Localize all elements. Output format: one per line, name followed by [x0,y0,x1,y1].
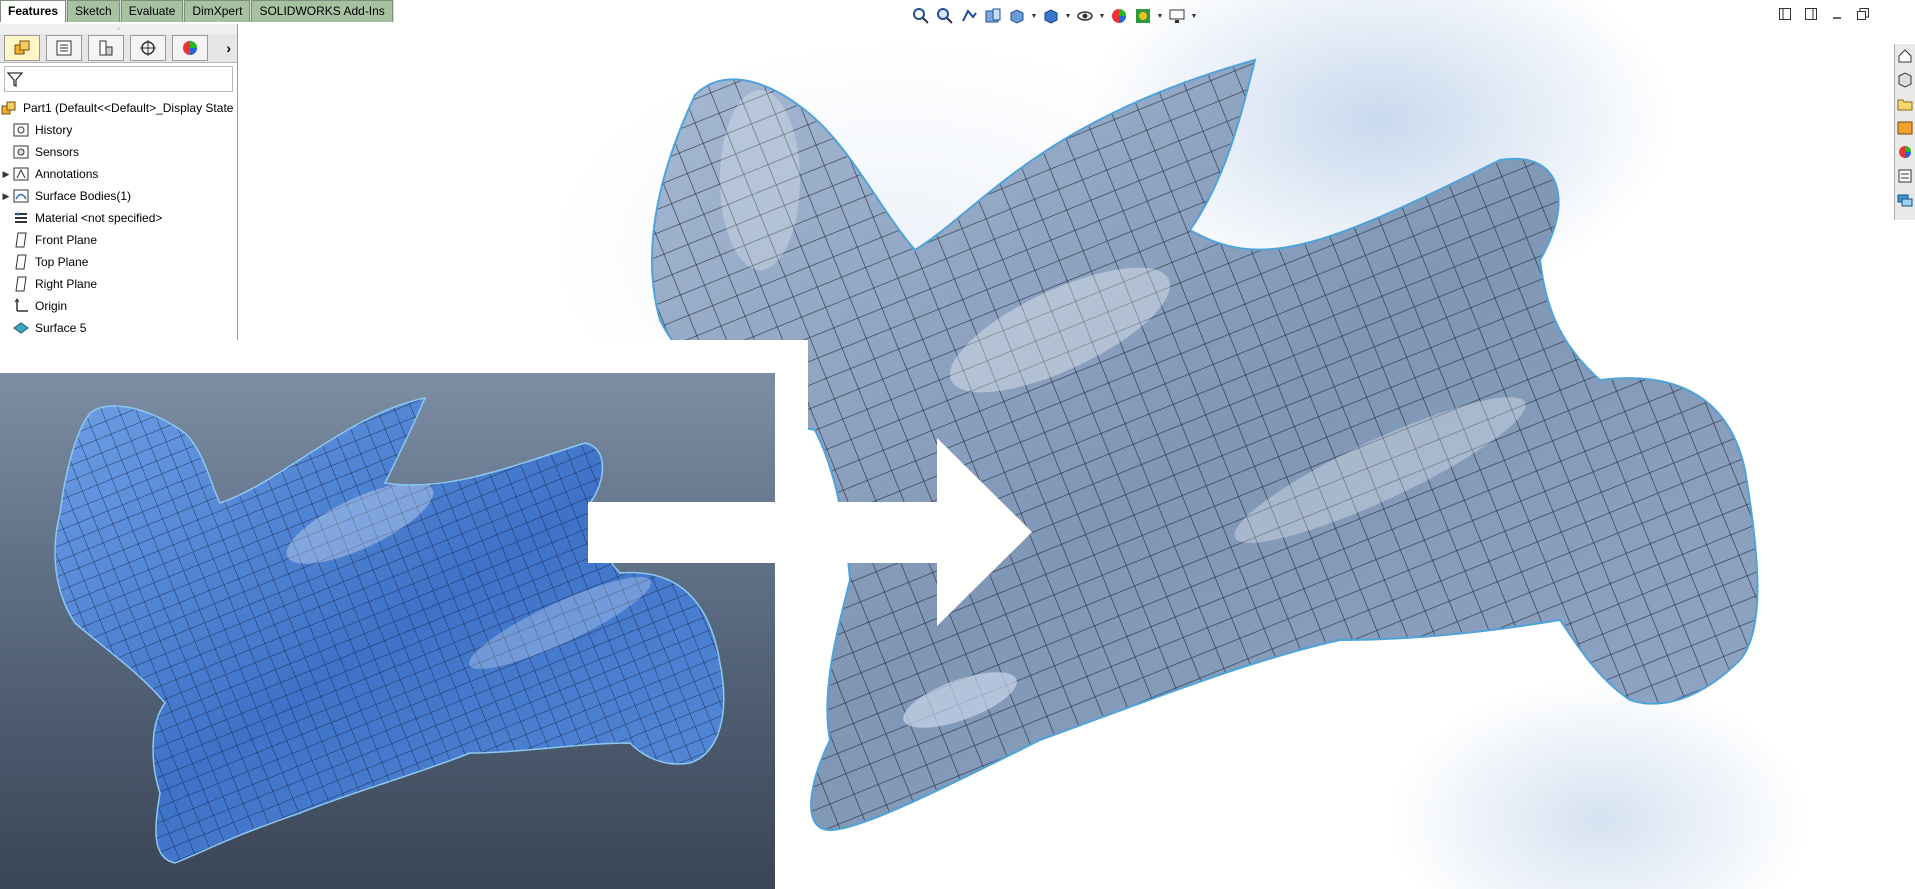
window-controls [1777,6,1871,22]
tree-item-front-plane[interactable]: Front Plane [0,229,237,251]
material-icon [12,209,30,227]
dimxpert-manager-tab-icon[interactable] [130,35,166,61]
part-icon [0,99,18,117]
hide-show-items-icon[interactable] [1074,5,1096,27]
zoom-to-fit-icon[interactable] [910,5,932,27]
tree-item-label: Surface Bodies(1) [35,189,132,203]
apply-scene-icon[interactable] [1132,5,1154,27]
surface-bodies-icon [12,187,30,205]
tree-root-part[interactable]: Part1 (Default<<Default>_Display State [0,97,237,119]
display-manager-tab-icon[interactable] [172,35,208,61]
tile-left-icon[interactable] [1777,6,1793,22]
tree-item-top-plane[interactable]: Top Plane [0,251,237,273]
tree-item-label: Material <not specified> [35,211,163,225]
tree-item-label: Front Plane [35,233,98,247]
edit-appearance-icon[interactable] [1108,5,1130,27]
chevron-down-icon[interactable]: ▼ [1098,5,1106,27]
custom-properties-icon[interactable] [1895,164,1915,188]
tree-filter-field[interactable] [4,66,233,92]
plane-icon [12,231,30,249]
chevron-down-icon[interactable]: ▼ [1156,5,1164,27]
expand-icon[interactable]: ▶ [0,169,12,180]
command-manager-tabs: Features Sketch Evaluate DimXpert SOLIDW… [0,0,394,22]
display-style-icon[interactable] [1040,5,1062,27]
tree-item-label: Sensors [35,145,80,159]
chevron-down-icon[interactable]: ▼ [1030,5,1038,27]
restore-icon[interactable] [1855,6,1871,22]
filter-icon [7,72,23,87]
tab-solidworks-add-ins[interactable]: SOLIDWORKS Add-Ins [251,0,393,22]
history-icon [12,121,30,139]
expand-icon[interactable]: ▶ [0,191,12,202]
appearances-scenes-icon[interactable] [1895,140,1915,164]
tab-features[interactable]: Features [0,0,67,22]
annotations-icon [12,165,30,183]
manager-tabs: › [0,34,237,63]
property-manager-tab-icon[interactable] [46,35,82,61]
tab-dimxpert[interactable]: DimXpert [184,0,251,22]
tree-item-surface-5[interactable]: Surface 5 [0,317,237,339]
previous-view-icon[interactable] [958,5,980,27]
tree-item-history[interactable]: History [0,119,237,141]
tree-item-surface-bodies[interactable]: ▶ Surface Bodies(1) [0,185,237,207]
section-view-icon[interactable] [982,5,1004,27]
view-palette-icon[interactable] [1895,116,1915,140]
tree-item-label: Top Plane [35,255,89,269]
view-settings-icon[interactable] [1166,5,1188,27]
task-pane [1894,44,1915,220]
file-explorer-icon[interactable] [1895,92,1915,116]
tree-item-sensors[interactable]: Sensors [0,141,237,163]
minimize-icon[interactable] [1829,6,1845,22]
design-library-icon[interactable] [1895,68,1915,92]
plane-icon [12,275,30,293]
solidworks-resources-icon[interactable] [1895,44,1915,68]
chevron-down-icon[interactable]: ▼ [1190,5,1198,27]
tree-item-origin[interactable]: Origin [0,295,237,317]
tree-item-label: Origin [35,299,68,313]
feature-manager-panel: ◦ › Part1 (Default<<Default>_Display Sta… [0,24,238,340]
sensors-icon [12,143,30,161]
view-orientation-icon[interactable] [1006,5,1028,27]
chevron-right-icon[interactable]: › [226,40,231,56]
tree-item-right-plane[interactable]: Right Plane [0,273,237,295]
zoom-to-area-icon[interactable] [934,5,956,27]
tab-sketch[interactable]: Sketch [67,0,120,22]
heads-up-view-toolbar: ▼ ▼ ▼ ▼ ▼ [910,4,1198,28]
feature-manager-tab-icon[interactable] [4,35,40,61]
tree-item-label: History [35,123,73,137]
tile-right-icon[interactable] [1803,6,1819,22]
tree-item-label: Surface 5 [35,321,87,335]
feature-tree: Part1 (Default<<Default>_Display State H… [0,92,237,339]
tab-evaluate[interactable]: Evaluate [120,0,184,22]
surface-icon [12,319,30,337]
configuration-manager-tab-icon[interactable] [88,35,124,61]
plane-icon [12,253,30,271]
forum-icon[interactable] [1895,188,1915,212]
chevron-down-icon[interactable]: ▼ [1064,5,1072,27]
tree-item-material[interactable]: Material <not specified> [0,207,237,229]
tree-item-annotations[interactable]: ▶ Annotations [0,163,237,185]
tree-item-label: Right Plane [35,277,98,291]
arrow-icon [588,438,1032,626]
tree-root-label: Part1 (Default<<Default>_Display State [23,101,234,115]
origin-icon [12,297,30,315]
panel-splitter[interactable]: ◦ [0,24,237,34]
tree-item-label: Annotations [35,167,99,181]
